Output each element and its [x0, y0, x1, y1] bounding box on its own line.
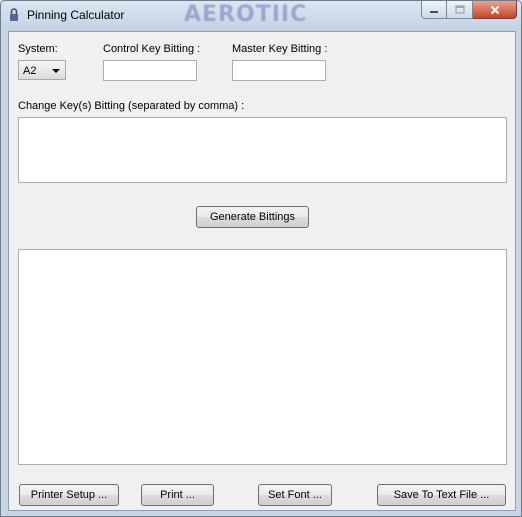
padlock-icon [10, 8, 18, 21]
maximize-icon [454, 5, 465, 14]
printer-setup-button[interactable]: Printer Setup ... [19, 484, 119, 506]
set-font-button[interactable]: Set Font ... [258, 484, 332, 506]
client-area: System: A2 Control Key Bitting : Master … [8, 31, 516, 511]
caption-buttons [421, 1, 517, 20]
generate-bittings-button[interactable]: Generate Bittings [196, 206, 309, 228]
print-button[interactable]: Print ... [141, 484, 214, 506]
master-key-label: Master Key Bitting : [232, 43, 328, 55]
minimize-icon [430, 10, 438, 13]
save-to-text-file-button[interactable]: Save To Text File ... [377, 484, 506, 506]
chevron-down-icon [52, 69, 60, 73]
close-button[interactable] [473, 1, 517, 19]
system-label: System: [18, 43, 58, 55]
change-keys-field[interactable] [18, 117, 507, 183]
brand-watermark: AEROTIIC [184, 2, 308, 27]
control-key-field[interactable] [103, 60, 197, 81]
close-icon [490, 5, 499, 14]
window-title: Pinning Calculator [27, 8, 125, 22]
output-area[interactable] [18, 249, 507, 465]
minimize-button[interactable] [421, 1, 447, 19]
control-key-label: Control Key Bitting : [103, 43, 201, 55]
system-select[interactable]: A2 [18, 60, 66, 80]
master-key-field[interactable] [232, 60, 326, 81]
app-window: Pinning Calculator AEROTIIC System: A2 C… [0, 0, 522, 517]
maximize-button[interactable] [447, 1, 473, 19]
title-bar[interactable]: Pinning Calculator AEROTIIC [1, 1, 521, 31]
change-keys-label: Change Key(s) Bitting (separated by comm… [18, 100, 245, 112]
system-select-value: A2 [23, 65, 37, 77]
